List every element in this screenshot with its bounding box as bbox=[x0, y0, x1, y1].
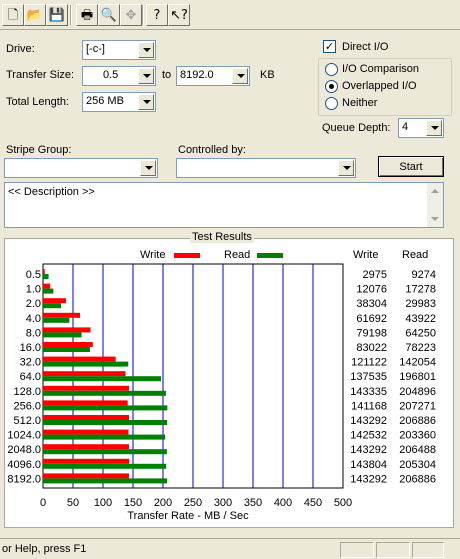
bar-write bbox=[43, 400, 128, 406]
x-tick-label: 500 bbox=[334, 497, 352, 509]
bar-write bbox=[43, 298, 66, 304]
value-read: 206488 bbox=[399, 444, 436, 456]
bar-write bbox=[43, 385, 130, 391]
x-tick-label: 50 bbox=[67, 497, 79, 509]
value-write: 142532 bbox=[350, 430, 387, 442]
status-text: or Help, press F1 bbox=[2, 543, 87, 555]
y-tick-label: 64.0 bbox=[20, 371, 41, 383]
bar-write bbox=[43, 429, 129, 435]
y-tick-label: 256.0 bbox=[13, 400, 41, 412]
bar-read bbox=[43, 390, 166, 396]
value-read: 78223 bbox=[405, 342, 436, 354]
y-tick-label: 4.0 bbox=[26, 313, 41, 325]
x-tick-label: 350 bbox=[244, 497, 262, 509]
y-tick-label: 8.0 bbox=[26, 327, 41, 339]
x-tick-label: 150 bbox=[124, 497, 142, 509]
bar-read bbox=[43, 347, 90, 352]
y-tick-label: 2.0 bbox=[26, 298, 41, 310]
value-read: 207271 bbox=[399, 400, 436, 412]
bar-write bbox=[43, 342, 93, 347]
x-tick-label: 0 bbox=[40, 497, 46, 509]
bar-read bbox=[43, 303, 61, 309]
bar-read bbox=[43, 463, 167, 469]
status-pane bbox=[340, 542, 374, 558]
bar-read bbox=[43, 317, 70, 323]
value-read: 17278 bbox=[405, 284, 436, 296]
transfer-rate-chart: 0 50 100 150 200 250 300 350 400 450 500 Transfer R… bbox=[7, 263, 436, 522]
value-read: 205304 bbox=[399, 459, 436, 471]
y-tick-label: 8192.0 bbox=[7, 473, 41, 485]
bar-read bbox=[43, 288, 54, 294]
bar-read bbox=[43, 274, 49, 279]
value-write: 143292 bbox=[350, 415, 387, 427]
x-axis-label: Transfer Rate - MB / Sec bbox=[127, 510, 249, 522]
y-tick-label: 128.0 bbox=[13, 386, 41, 398]
value-write: 61692 bbox=[356, 313, 387, 325]
bar-write bbox=[43, 458, 130, 464]
bar-write bbox=[43, 415, 129, 420]
x-tick-label: 200 bbox=[154, 497, 172, 509]
y-tick-label: 0.5 bbox=[26, 269, 41, 281]
value-read: 206886 bbox=[399, 415, 436, 427]
value-read: 204896 bbox=[399, 386, 436, 398]
y-tick-label: 4096.0 bbox=[7, 459, 41, 471]
value-write: 143292 bbox=[350, 473, 387, 485]
value-write: 83022 bbox=[356, 342, 387, 354]
bar-write bbox=[43, 444, 129, 450]
value-write: 143335 bbox=[350, 386, 387, 398]
y-tick-label: 16.0 bbox=[20, 342, 41, 354]
y-tick-label: 1.0 bbox=[26, 284, 41, 296]
bar-read bbox=[43, 478, 168, 484]
bar-read bbox=[43, 434, 166, 440]
value-write: 143804 bbox=[350, 459, 387, 471]
value-read: 206886 bbox=[399, 473, 436, 485]
status-pane bbox=[376, 542, 410, 558]
status-bar: or Help, press F1 bbox=[0, 538, 460, 559]
bar-write bbox=[43, 269, 45, 274]
value-write: 2975 bbox=[363, 269, 387, 281]
value-read: 43922 bbox=[405, 313, 436, 325]
y-tick-label: 1024.0 bbox=[7, 430, 41, 442]
bar-read bbox=[43, 405, 168, 411]
bar-read bbox=[43, 376, 162, 382]
value-write: 79198 bbox=[356, 327, 387, 339]
y-tick-label: 2048.0 bbox=[7, 444, 41, 456]
value-read: 142054 bbox=[399, 357, 436, 369]
x-tick-label: 450 bbox=[304, 497, 322, 509]
status-pane bbox=[412, 542, 444, 558]
bar-read bbox=[43, 449, 167, 455]
x-tick-label: 300 bbox=[214, 497, 232, 509]
value-write: 38304 bbox=[356, 298, 387, 310]
value-read: 29983 bbox=[405, 298, 436, 310]
x-tick-label: 100 bbox=[94, 497, 112, 509]
bar-write bbox=[43, 327, 91, 333]
bar-read bbox=[43, 361, 129, 367]
value-write: 137535 bbox=[350, 371, 387, 383]
y-tick-label: 32.0 bbox=[20, 357, 41, 369]
bar-write bbox=[43, 473, 129, 479]
value-read: 64250 bbox=[405, 327, 436, 339]
value-write: 12076 bbox=[356, 284, 387, 296]
bar-write bbox=[43, 283, 51, 289]
bar-write bbox=[43, 312, 81, 318]
y-tick-label: 512.0 bbox=[13, 415, 41, 427]
value-read: 9274 bbox=[412, 269, 436, 281]
x-tick-label: 400 bbox=[274, 497, 292, 509]
value-write: 141168 bbox=[351, 400, 387, 412]
bar-read bbox=[43, 332, 82, 338]
bar-write bbox=[43, 371, 126, 377]
value-write: 143292 bbox=[350, 444, 387, 456]
value-read: 196801 bbox=[399, 371, 436, 383]
bar-write bbox=[43, 356, 116, 362]
value-read: 203360 bbox=[399, 430, 436, 442]
x-tick-label: 250 bbox=[184, 497, 202, 509]
value-write: 121122 bbox=[351, 357, 387, 369]
bar-read bbox=[43, 420, 168, 425]
